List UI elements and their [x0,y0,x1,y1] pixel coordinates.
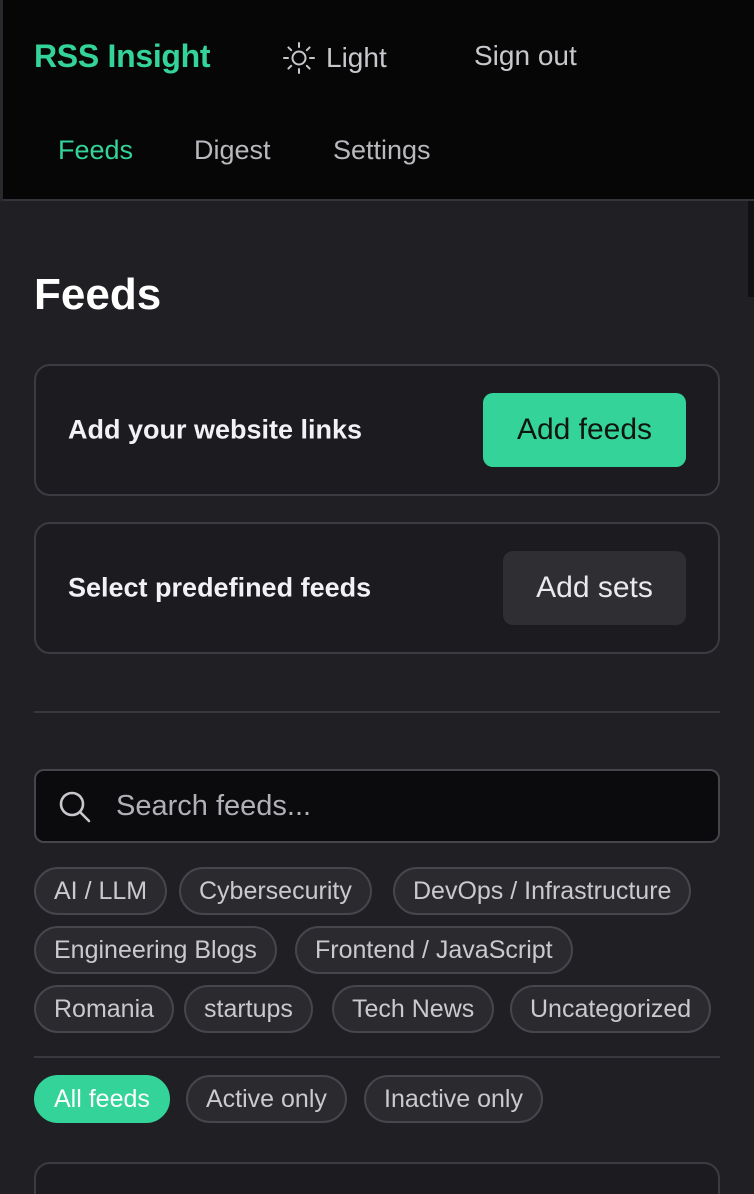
theme-toggle-label: Light [326,42,387,73]
category-chip-ai-llm[interactable]: AI / LLM [34,867,168,915]
add-feeds-button[interactable]: Add feeds [483,393,686,467]
add-sets-button[interactable]: Add sets [503,551,686,625]
app-window: RSS Insight Light Sign out Feeds Digest … [0,0,754,1194]
filter-inactive-only[interactable]: Inactive only [364,1075,543,1123]
category-chip-devops[interactable]: DevOps / Infrastructure [393,867,692,915]
tab-settings[interactable]: Settings [333,135,431,166]
filter-all-feeds[interactable]: All feeds [34,1075,170,1123]
category-chip-uncategorized[interactable]: Uncategorized [510,985,712,1033]
predefined-feeds-text: Select predefined feeds [68,572,372,603]
section-divider [34,1056,720,1058]
page-title: Feeds [34,270,162,319]
search-input[interactable] [116,771,706,841]
category-chip-romania[interactable]: Romania [34,985,175,1033]
feed-list-card [34,1162,720,1194]
top-bar: RSS Insight Light Sign out Feeds Digest … [0,0,754,201]
predefined-feeds-card: Select predefined feeds Add sets [34,522,720,654]
filter-active-only[interactable]: Active only [186,1075,347,1123]
tab-digest[interactable]: Digest [194,135,271,166]
search-box[interactable] [34,769,720,843]
search-icon [59,791,91,823]
add-links-card: Add your website links Add feeds [34,364,720,496]
category-chip-frontend[interactable]: Frontend / JavaScript [295,926,573,974]
scrollbar-track[interactable] [748,201,754,297]
sign-out-link[interactable]: Sign out [474,40,577,72]
category-chip-cybersecurity[interactable]: Cybersecurity [179,867,372,915]
sun-icon [283,42,315,74]
theme-toggle-button[interactable]: Light [282,40,387,76]
add-links-text: Add your website links [68,414,363,445]
category-chip-engineering-blogs[interactable]: Engineering Blogs [34,926,277,974]
category-chip-startups[interactable]: startups [184,985,313,1033]
category-chip-tech-news[interactable]: Tech News [332,985,495,1033]
tab-feeds[interactable]: Feeds [58,135,133,166]
brand-logo[interactable]: RSS Insight [34,38,211,75]
section-divider [34,711,720,713]
